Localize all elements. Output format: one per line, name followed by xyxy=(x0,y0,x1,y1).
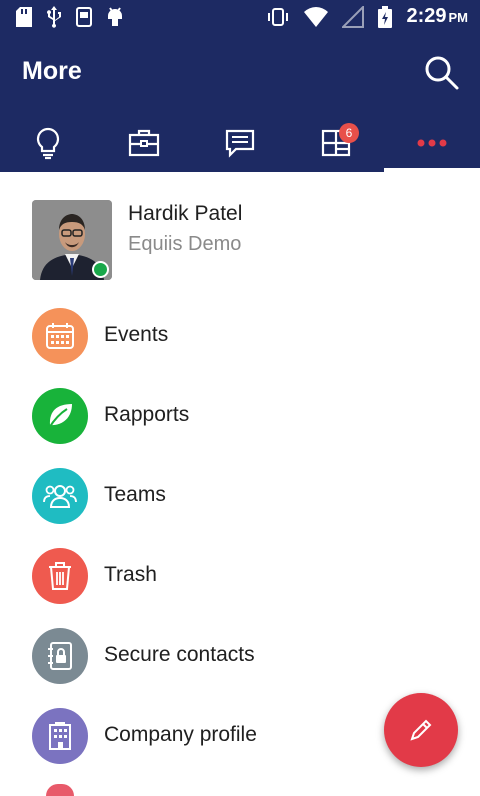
tab-briefcase[interactable] xyxy=(112,118,176,168)
menu-item-teams[interactable]: Teams xyxy=(32,468,452,528)
menu-label-company-profile: Company profile xyxy=(104,723,257,746)
vibrate-icon xyxy=(268,7,289,26)
menu-item-rapports[interactable]: Rapports xyxy=(32,388,452,448)
online-status-dot xyxy=(92,261,109,278)
menu-item-secure-contacts[interactable]: Secure contacts xyxy=(32,628,452,688)
menu-label-teams: Teams xyxy=(104,483,166,506)
battery-icon xyxy=(378,5,393,28)
tab-bar xyxy=(0,118,480,172)
clock: 2:29 PM xyxy=(406,5,468,27)
page-title: More xyxy=(22,57,82,85)
menu-label-rapports: Rapports xyxy=(104,403,190,426)
status-bar: 2:29 PM xyxy=(0,0,480,34)
profile-name: Hardik Patel xyxy=(128,202,243,225)
menu-label-secure-contacts: Secure contacts xyxy=(104,643,255,666)
sim-icon xyxy=(76,7,92,27)
calendar-icon xyxy=(32,308,88,364)
search-button[interactable] xyxy=(420,52,464,92)
trash-icon xyxy=(32,548,88,604)
tab-chat[interactable] xyxy=(208,118,272,168)
profile-company: Equiis Demo xyxy=(128,233,242,255)
menu-item-events[interactable]: Events xyxy=(32,308,452,368)
more-dots-icon xyxy=(417,139,447,147)
chat-icon xyxy=(225,129,255,158)
signal-icon xyxy=(342,5,365,28)
menu-label-events: Events xyxy=(104,323,169,346)
android-icon xyxy=(108,7,122,26)
wifi-icon xyxy=(304,6,329,27)
usb-icon xyxy=(47,6,61,28)
lightbulb-icon xyxy=(36,127,60,160)
profile-card[interactable]: Hardik Patel Equiis Demo xyxy=(32,200,452,280)
menu-item-trash[interactable]: Trash xyxy=(32,548,452,608)
briefcase-icon xyxy=(128,129,160,157)
compose-fab[interactable] xyxy=(384,693,458,767)
search-icon xyxy=(425,56,459,90)
notification-badge: 6 xyxy=(339,123,359,143)
leaf-icon xyxy=(32,388,88,444)
active-tab-indicator xyxy=(384,168,480,172)
pencil-icon xyxy=(410,719,432,741)
tab-more[interactable] xyxy=(400,118,464,168)
tab-grid[interactable] xyxy=(304,118,368,168)
building-icon xyxy=(32,708,88,764)
locked-contacts-icon xyxy=(32,628,88,684)
sd-card-icon xyxy=(16,7,32,27)
next-menu-item-peek xyxy=(46,784,74,796)
menu-label-trash: Trash xyxy=(104,563,157,586)
app-header: 2:29 PM More 6 xyxy=(0,0,480,172)
tab-ideas[interactable] xyxy=(16,118,80,168)
people-icon xyxy=(32,468,88,524)
